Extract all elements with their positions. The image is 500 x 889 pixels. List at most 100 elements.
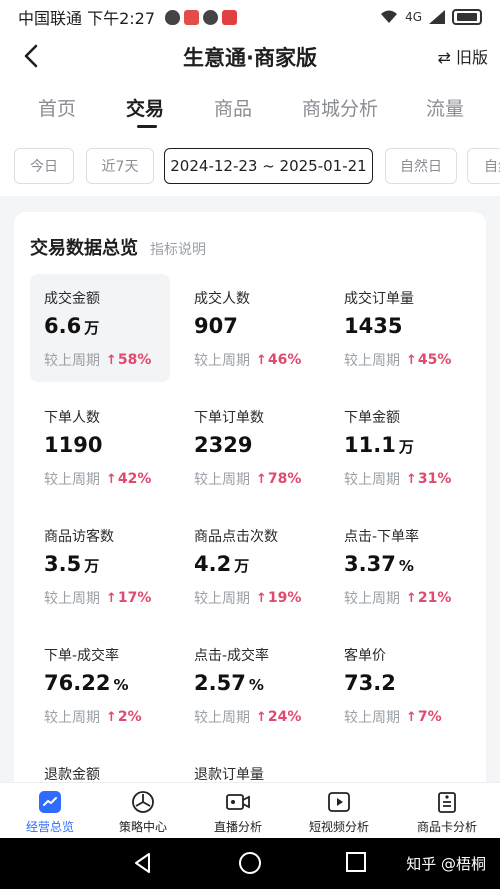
bottom-tab-bar: 经营总览 策略中心 直播分析 短视频分析 商品卡分析 (0, 782, 500, 838)
metric-label: 下单-成交率 (44, 648, 120, 664)
metric-card[interactable]: 商品点击次数 4.2 万 较上周期 ↑ 19% (180, 512, 320, 620)
up-arrow-icon: ↑ (406, 590, 417, 606)
metric-unit: 万 (234, 557, 250, 575)
watermark: 知乎 @梧桐 (406, 855, 486, 873)
up-arrow-icon: ↑ (256, 352, 267, 368)
page-title: 生意通·商家版 (183, 46, 317, 70)
metric-unit: 万 (84, 319, 100, 337)
metric-change: 24% (267, 709, 302, 725)
metric-unit: % (398, 557, 414, 575)
tab-mall-analysis[interactable]: 商城分析 (302, 94, 378, 121)
date-chip-7days[interactable]: 近7天 (86, 148, 154, 184)
card-title: 交易数据总览 (30, 238, 138, 259)
bottom-tab-label: 短视频分析 (308, 820, 369, 834)
tab-goods[interactable]: 商品 (214, 94, 252, 121)
metric-card[interactable]: 下单订单数 2329 较上周期 ↑ 78% (180, 393, 320, 501)
metric-card[interactable]: 成交金额 6.6 万 较上周期 ↑ 58% (30, 274, 170, 382)
bottom-tab-overview[interactable]: 经营总览 (0, 789, 100, 835)
metric-card[interactable]: 成交订单量 1435 较上周期 ↑ 45% (330, 274, 470, 382)
metric-value: 2.57 (194, 671, 246, 695)
up-arrow-icon: ↑ (106, 590, 117, 606)
main-tabs: 首页 交易 商品 商城分析 流量 (0, 78, 500, 136)
compare-label: 较上周期 (344, 353, 400, 369)
compare-label: 较上周期 (194, 710, 250, 726)
app-notification-icon (222, 9, 238, 25)
bottom-tab-goods-card[interactable]: 商品卡分析 (397, 789, 497, 835)
metric-label: 下单金额 (344, 410, 400, 426)
compare-label: 较上周期 (194, 353, 250, 369)
recents-square-icon[interactable] (345, 851, 367, 873)
metric-value: 6.6 (44, 314, 82, 338)
old-version-label: ⇄ 旧版 (437, 48, 489, 67)
metric-label: 商品访客数 (44, 529, 114, 545)
metric-value: 907 (194, 314, 238, 338)
metric-change: 7% (417, 709, 442, 725)
bottom-tab-short-video[interactable]: 短视频分析 (289, 789, 389, 835)
old-version-button[interactable]: ⇄ 旧版 (438, 44, 489, 68)
up-arrow-icon: ↑ (256, 590, 267, 606)
metric-help-link[interactable]: 指标说明 (150, 239, 206, 259)
metric-change: 45% (417, 352, 452, 368)
bottom-tab-label: 商品卡分析 (416, 820, 477, 834)
compare-label: 较上周期 (44, 353, 100, 369)
back-triangle-icon[interactable] (131, 851, 155, 875)
trade-overview-card: 交易数据总览 指标说明 成交金额 6.6 万 较上周期 ↑ 58% 成交人数 907 … (14, 212, 486, 812)
up-arrow-icon: ↑ (106, 709, 117, 725)
metric-value: 1435 (344, 314, 403, 338)
network-label: 4G (405, 10, 422, 24)
metric-value: 73.2 (344, 671, 396, 695)
date-chip-today[interactable]: 今日 (14, 148, 74, 184)
compare-label: 较上周期 (344, 710, 400, 726)
up-arrow-icon: ↑ (406, 471, 417, 487)
metric-change: 42% (117, 471, 152, 487)
metric-value: 4.2 (194, 552, 232, 576)
metric-card[interactable]: 点击-成交率 2.57% 较上周期 ↑ 24% (180, 631, 320, 739)
metric-unit: 万 (84, 557, 100, 575)
metric-change: 31% (417, 471, 452, 487)
home-circle-icon[interactable] (238, 851, 262, 875)
compare-label: 较上周期 (44, 591, 100, 607)
up-arrow-icon: ↑ (256, 709, 267, 725)
metric-label: 退款订单量 (194, 767, 264, 783)
tab-home[interactable]: 首页 (38, 94, 76, 121)
tab-traffic[interactable]: 流量 (426, 94, 464, 121)
metric-card[interactable]: 商品访客数 3.5 万 较上周期 ↑ 17% (30, 512, 170, 620)
play-icon (326, 789, 352, 815)
signal-icon (429, 10, 445, 24)
metric-label: 商品点击次数 (194, 529, 278, 545)
tab-trade[interactable]: 交易 (126, 94, 164, 121)
bottom-tab-label: 策略中心 (118, 820, 167, 834)
metric-change: 46% (267, 352, 302, 368)
video-camera-icon (225, 789, 251, 815)
metric-change: 17% (117, 590, 152, 606)
chart-icon (37, 789, 63, 815)
metric-value: 76.22 (44, 671, 111, 695)
metric-value: 3.37 (344, 552, 396, 576)
bottom-tab-live[interactable]: 直播分析 (188, 789, 288, 835)
metric-card[interactable]: 下单人数 1190 较上周期 ↑ 42% (30, 393, 170, 501)
date-range-picker[interactable]: 2024-12-23 ~ 2025-01-21 (164, 148, 373, 184)
date-chip-natural-day[interactable]: 自然日 (385, 148, 457, 184)
metric-card[interactable]: 下单-成交率 76.22% 较上周期 ↑ 2% (30, 631, 170, 739)
bottom-tab-strategy[interactable]: 策略中心 (93, 789, 193, 835)
up-arrow-icon: ↑ (106, 471, 117, 487)
metric-change: 2% (117, 709, 142, 725)
metric-label: 成交金额 (44, 291, 100, 307)
metric-label: 退款金额 (44, 767, 100, 783)
date-chip-natural[interactable]: 自然 (467, 148, 500, 184)
metric-card[interactable]: 成交人数 907 较上周期 ↑ 46% (180, 274, 320, 382)
bottom-tab-label: 经营总览 (25, 820, 74, 834)
up-arrow-icon: ↑ (406, 352, 417, 368)
metric-card[interactable]: 点击-下单率 3.37% 较上周期 ↑ 21% (330, 512, 470, 620)
metric-value: 11.1 (344, 433, 396, 457)
compare-label: 较上周期 (44, 710, 100, 726)
up-arrow-icon: ↑ (106, 352, 117, 368)
metric-card[interactable]: 客单价 73.2 较上周期 ↑ 7% (330, 631, 470, 739)
metric-change: 58% (117, 352, 152, 368)
metric-card[interactable]: 下单金额 11.1 万 较上周期 ↑ 31% (330, 393, 470, 501)
metric-value: 2329 (194, 433, 253, 457)
metric-value: 3.5 (44, 552, 82, 576)
metric-label: 点击-下单率 (344, 529, 420, 545)
metric-value: 1190 (44, 433, 103, 457)
metric-change: 19% (267, 590, 302, 606)
